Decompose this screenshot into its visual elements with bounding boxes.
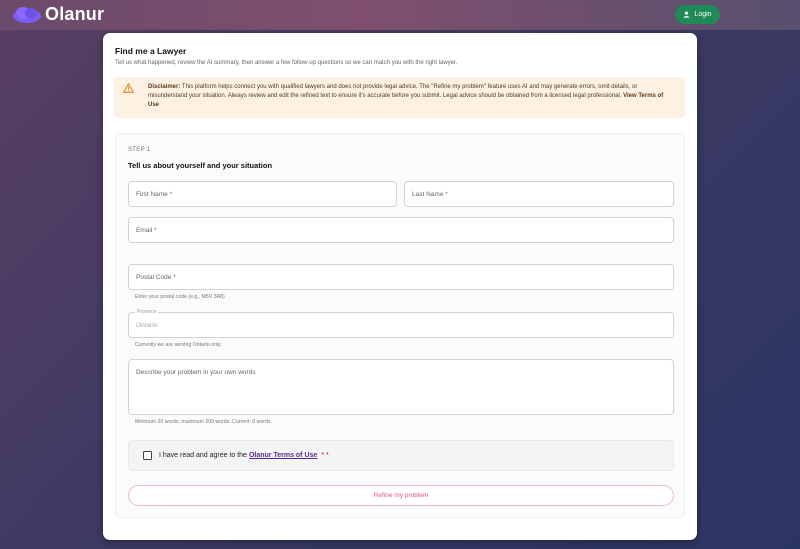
- terms-prefix: I have read and agree to the: [159, 452, 247, 459]
- disclaimer-label: Disclaimer:: [148, 84, 181, 90]
- first-name-field[interactable]: First Name *: [128, 181, 397, 207]
- email-label: Email *: [136, 226, 157, 234]
- province-value: Ontario: [136, 321, 158, 329]
- lawyer-form-card: Find me a Lawyer Tell us what happened, …: [103, 33, 697, 540]
- terms-link[interactable]: Olanur Terms of Use: [249, 452, 317, 459]
- problem-placeholder: Describe your problem in your own words: [136, 369, 256, 376]
- app-logo[interactable]: Olanur: [12, 4, 104, 25]
- terms-checkbox[interactable]: [143, 451, 152, 460]
- problem-helper: Minimum 20 words, maximum 200 words. Cur…: [135, 419, 272, 425]
- first-name-label: First Name *: [136, 190, 173, 198]
- cloud-logo-icon: [12, 5, 42, 25]
- province-helper: Currently we are serving Ontario only.: [135, 342, 222, 348]
- disclaimer-banner: Disclaimer: This platform helps connect …: [114, 77, 685, 118]
- postal-code-field[interactable]: Postal Code *: [128, 264, 674, 290]
- top-bar: Olanur Login: [0, 0, 800, 30]
- terms-agreement: I have read and agree to the Olanur Term…: [128, 440, 674, 471]
- postal-code-label: Postal Code *: [136, 273, 176, 281]
- app-name: Olanur: [45, 4, 105, 24]
- login-button[interactable]: Login: [675, 5, 720, 24]
- page-subtitle: Tell us what happened, review the AI sum…: [115, 60, 458, 66]
- problem-textarea[interactable]: Describe your problem in your own words: [128, 359, 674, 415]
- page-title: Find me a Lawyer: [115, 46, 187, 56]
- last-name-label: Last Name *: [412, 190, 448, 198]
- email-field[interactable]: Email *: [128, 217, 674, 243]
- step-heading: Tell us about yourself and your situatio…: [128, 161, 273, 170]
- province-field: Province Ontario: [128, 309, 674, 338]
- terms-required-marker: * *: [321, 452, 329, 459]
- province-label: Province: [135, 309, 159, 315]
- postal-code-helper: Enter your postal code (e.g., M5V 3A8): [135, 294, 225, 300]
- disclaimer-text: This platform helps connect you with qua…: [148, 84, 638, 99]
- refine-problem-button[interactable]: Refine my problem: [128, 485, 674, 506]
- person-icon: [683, 11, 690, 18]
- warning-triangle-icon: [123, 83, 134, 93]
- last-name-field[interactable]: Last Name *: [404, 181, 674, 207]
- step-1-panel: STEP 1 Tell us about yourself and your s…: [115, 133, 685, 518]
- login-label: Login: [694, 11, 712, 18]
- step-label: STEP 1: [128, 147, 151, 153]
